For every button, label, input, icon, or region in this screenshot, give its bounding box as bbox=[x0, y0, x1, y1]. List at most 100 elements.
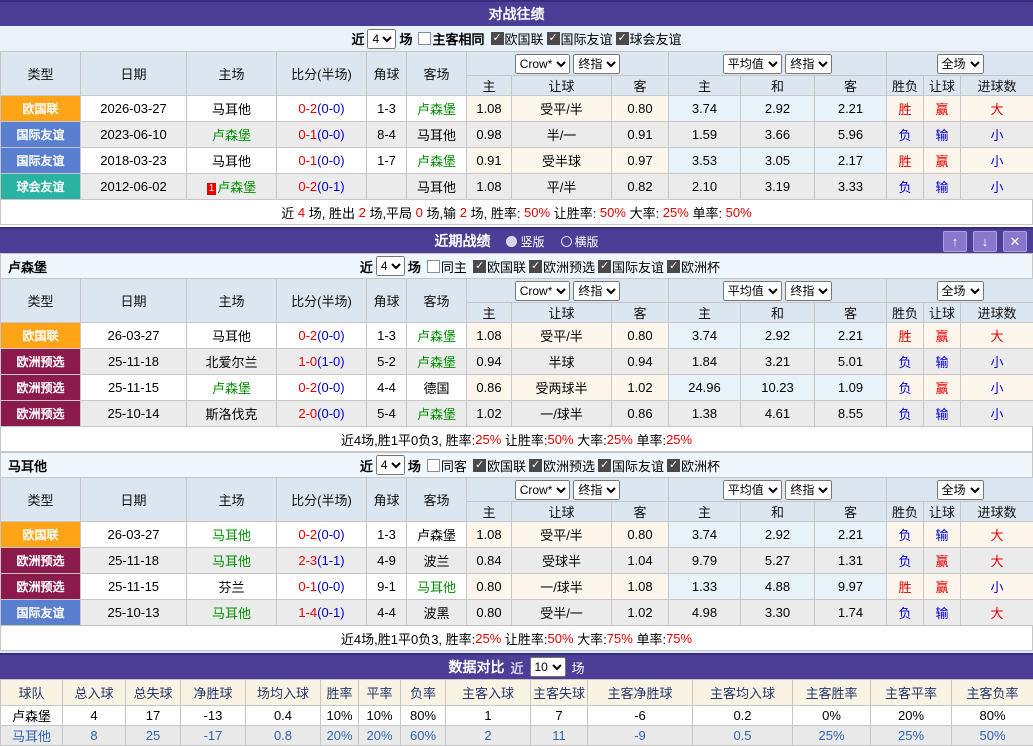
close-button[interactable]: ✕ bbox=[1003, 231, 1027, 252]
same-home-checkbox[interactable]: 同主 bbox=[427, 257, 467, 276]
stat-value: 10% bbox=[321, 706, 359, 726]
compare-col-header: 主客平率 bbox=[871, 680, 952, 706]
odds-provider-select[interactable]: Crow* bbox=[515, 480, 570, 500]
league-filter-checkbox[interactable]: 欧国联 bbox=[491, 29, 544, 48]
league-filter-checkbox[interactable]: 欧洲预选 bbox=[529, 257, 595, 276]
match-date: 2023-06-10 bbox=[81, 122, 187, 148]
league-filter-checkbox[interactable]: 国际友谊 bbox=[598, 456, 664, 475]
summary-text: 25% bbox=[607, 432, 633, 447]
league-filter-checkbox[interactable]: 欧国联 bbox=[473, 456, 526, 475]
league-filter-checkbox[interactable]: 欧洲预选 bbox=[529, 456, 595, 475]
scope-select[interactable]: 全场 bbox=[937, 54, 984, 74]
avg-source-select[interactable]: 平均值 bbox=[723, 54, 782, 74]
league-filter-checkbox[interactable]: 球会友谊 bbox=[616, 29, 682, 48]
away-team: 卢森堡 bbox=[407, 401, 467, 427]
near-count-select[interactable]: 4 bbox=[376, 455, 405, 475]
checkbox-icon[interactable] bbox=[598, 459, 611, 472]
checkbox-icon[interactable] bbox=[598, 260, 611, 273]
odds-handicap: 受平/半 bbox=[512, 522, 612, 548]
col-avg-home: 主 bbox=[669, 76, 741, 96]
scope-select[interactable]: 全场 bbox=[937, 480, 984, 500]
checkbox-icon[interactable] bbox=[427, 459, 440, 472]
odds-provider-group: Crow* 终指 bbox=[467, 279, 669, 303]
layout-radio-vertical[interactable]: 竖版 bbox=[506, 233, 544, 250]
avg-source-select[interactable]: 平均值 bbox=[723, 281, 782, 301]
odds-home: 0.94 bbox=[467, 349, 512, 375]
col-avg-draw: 和 bbox=[741, 502, 815, 522]
col-home: 主场 bbox=[187, 52, 277, 96]
avg-home-odds: 4.98 bbox=[669, 600, 741, 626]
checkbox-icon[interactable] bbox=[667, 260, 680, 273]
avg-home-odds: 3.74 bbox=[669, 96, 741, 122]
checkbox-icon[interactable] bbox=[491, 32, 504, 45]
stat-value: 0% bbox=[793, 706, 871, 726]
result-goals: 小 bbox=[961, 122, 1033, 148]
same-venue-checkbox[interactable]: 主客相同 bbox=[418, 29, 484, 48]
stat-value: 8 bbox=[63, 726, 126, 746]
summary-text: 2 bbox=[460, 205, 467, 220]
match-date: 26-03-27 bbox=[81, 522, 187, 548]
near-count-select[interactable]: 4 bbox=[376, 256, 405, 276]
checkbox-icon[interactable] bbox=[529, 459, 542, 472]
near-label: 近 bbox=[360, 257, 373, 276]
checkbox-icon[interactable] bbox=[473, 260, 486, 273]
checkbox-icon[interactable] bbox=[547, 32, 560, 45]
move-down-button[interactable]: ↓ bbox=[973, 231, 997, 252]
league-filter-checkbox[interactable]: 欧洲杯 bbox=[667, 257, 720, 276]
away-team: 马耳他 bbox=[407, 122, 467, 148]
odds-provider-select[interactable]: Crow* bbox=[515, 54, 570, 74]
league-filter-checkbox[interactable]: 欧洲杯 bbox=[667, 456, 720, 475]
move-up-button[interactable]: ↑ bbox=[943, 231, 967, 252]
stat-value: 60% bbox=[401, 726, 446, 746]
checkbox-label: 欧国联 bbox=[487, 257, 526, 276]
compare-col-header: 总入球 bbox=[63, 680, 126, 706]
stat-value: -13 bbox=[181, 706, 246, 726]
league-filter-checkbox[interactable]: 国际友谊 bbox=[547, 29, 613, 48]
compare-col-header: 主客入球 bbox=[446, 680, 531, 706]
away-team: 卢森堡 bbox=[407, 349, 467, 375]
avg-source-select[interactable]: 平均值 bbox=[723, 480, 782, 500]
team-name: 波兰 bbox=[423, 554, 449, 569]
odds-stage-select[interactable]: 终指 bbox=[573, 480, 620, 500]
odds-stage-select[interactable]: 终指 bbox=[573, 281, 620, 301]
match-score: 0-1(0-0) bbox=[277, 574, 367, 600]
radio-selected-icon[interactable] bbox=[506, 236, 517, 247]
near-count-select[interactable]: 4 bbox=[367, 29, 396, 49]
layout-radio-horizontal[interactable]: 横版 bbox=[561, 233, 599, 250]
col-result-goals: 进球数 bbox=[961, 76, 1033, 96]
avg-stage-select[interactable]: 终指 bbox=[785, 281, 832, 301]
checkbox-icon[interactable] bbox=[616, 32, 629, 45]
scope-select[interactable]: 全场 bbox=[937, 281, 984, 301]
checkbox-icon[interactable] bbox=[529, 260, 542, 273]
same-away-checkbox[interactable]: 同客 bbox=[427, 456, 467, 475]
away-team: 卢森堡 bbox=[407, 96, 467, 122]
checkbox-icon[interactable] bbox=[667, 459, 680, 472]
checkbox-icon[interactable] bbox=[427, 260, 440, 273]
avg-draw-odds: 3.30 bbox=[741, 600, 815, 626]
radio-icon[interactable] bbox=[561, 236, 572, 247]
col-score: 比分(半场) bbox=[277, 478, 367, 522]
checkbox-icon[interactable] bbox=[418, 32, 431, 45]
stat-value: 0.2 bbox=[693, 706, 793, 726]
team-name: 马耳他 bbox=[212, 606, 251, 621]
summary-text: 50% bbox=[548, 631, 574, 646]
h2h-table: 类型 日期 主场 比分(半场) 角球 客场 Crow* 终指 平均值 终指 全场 bbox=[0, 51, 1033, 200]
avg-stage-select[interactable]: 终指 bbox=[785, 54, 832, 74]
near-count-select[interactable]: 10 bbox=[530, 657, 566, 677]
league-filter-checkbox[interactable]: 国际友谊 bbox=[598, 257, 664, 276]
avg-away-odds: 1.09 bbox=[815, 375, 887, 401]
avg-stage-select[interactable]: 终指 bbox=[785, 480, 832, 500]
summary-text: 让胜率: bbox=[550, 203, 600, 222]
checkbox-icon[interactable] bbox=[473, 459, 486, 472]
result-outcome: 负 bbox=[887, 349, 924, 375]
checkbox-label: 欧洲杯 bbox=[681, 257, 720, 276]
match-score: 2-3(1-1) bbox=[277, 548, 367, 574]
odds-provider-select[interactable]: Crow* bbox=[515, 281, 570, 301]
league-filter-checkbox[interactable]: 欧国联 bbox=[473, 257, 526, 276]
team-name: 卢森堡 bbox=[1, 257, 47, 276]
team-name: 卢森堡 bbox=[417, 154, 456, 169]
col-result-handicap: 让球 bbox=[924, 303, 961, 323]
match-date: 2018-03-23 bbox=[81, 148, 187, 174]
compare-row: 马耳他825-170.820%20%60%211-90.525%25%50% bbox=[1, 726, 1033, 746]
odds-stage-select[interactable]: 终指 bbox=[573, 54, 620, 74]
